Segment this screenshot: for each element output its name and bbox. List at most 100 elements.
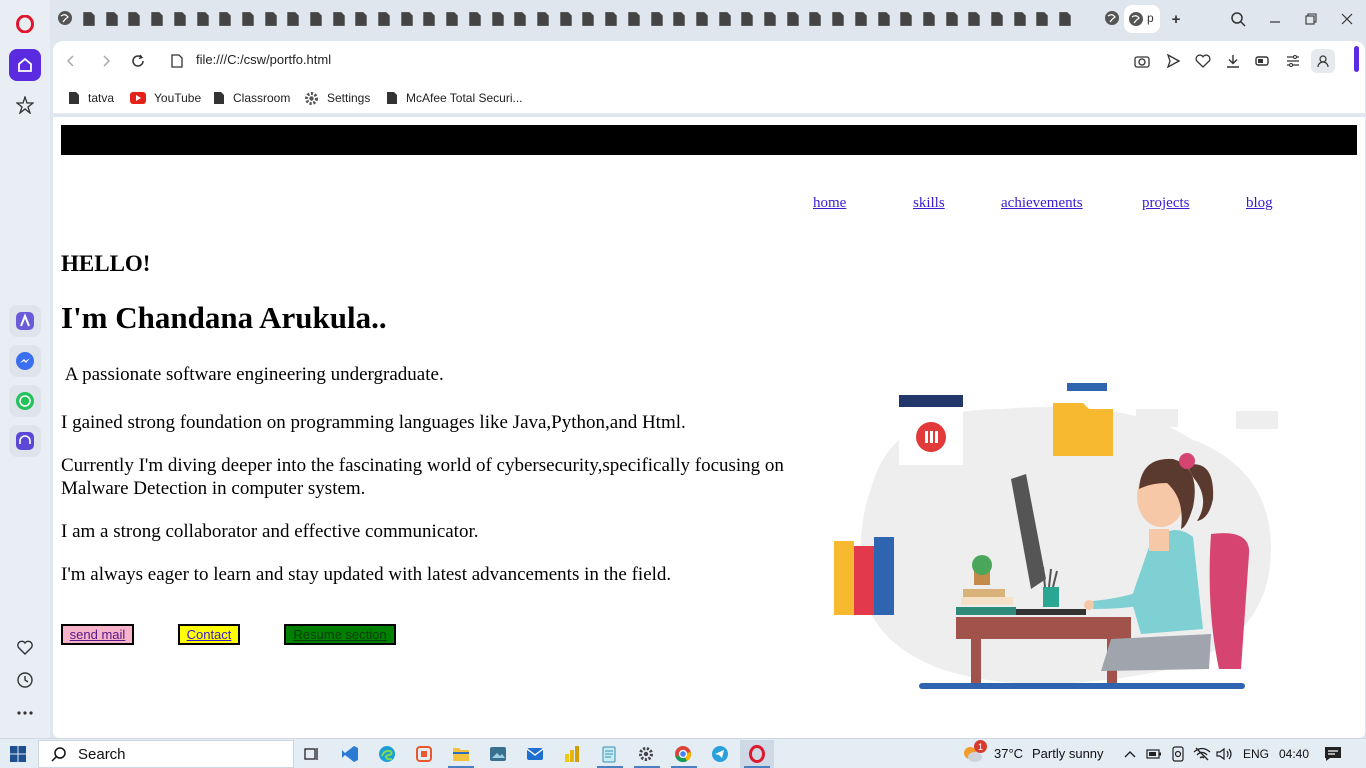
bookmark-classroom[interactable]: Classroom: [213, 89, 290, 107]
document-tab-icon[interactable]: [966, 11, 982, 27]
document-tab-icon[interactable]: [1057, 11, 1073, 27]
music-player-icon[interactable]: [9, 425, 41, 457]
network-offline-icon[interactable]: [1191, 743, 1213, 765]
more-options-icon[interactable]: [9, 697, 41, 729]
device-icon[interactable]: [1167, 743, 1189, 765]
messenger-icon[interactable]: [9, 345, 41, 377]
close-window-button[interactable]: [1336, 8, 1358, 30]
weather-condition[interactable]: Partly sunny: [1032, 746, 1104, 761]
opera-taskbar-icon[interactable]: [740, 740, 774, 768]
home-icon[interactable]: [9, 49, 41, 81]
easy-setup-icon[interactable]: [1283, 51, 1303, 71]
document-tab-icon[interactable]: [308, 11, 324, 27]
document-tab-icon[interactable]: [512, 11, 528, 27]
battery-icon[interactable]: [1143, 743, 1165, 765]
document-tab-icon[interactable]: [626, 11, 642, 27]
photos-app-icon[interactable]: [487, 743, 509, 765]
opera-logo-icon[interactable]: [9, 8, 41, 40]
resume-section-button[interactable]: Resume section: [284, 624, 396, 645]
favorite-icon[interactable]: [1193, 51, 1213, 71]
notepad-icon[interactable]: [598, 743, 620, 765]
language-indicator[interactable]: ENG: [1243, 747, 1269, 761]
nav-link-achievements[interactable]: achievements: [1001, 195, 1083, 212]
nav-link-blog[interactable]: blog: [1246, 195, 1273, 212]
back-icon[interactable]: [61, 51, 81, 71]
document-tab-icon[interactable]: [126, 11, 142, 27]
clock[interactable]: 04:40: [1279, 747, 1309, 761]
document-tab-icon[interactable]: [399, 11, 415, 27]
document-tab-icon[interactable]: [240, 11, 256, 27]
bookmark-mcafee[interactable]: McAfee Total Securi...: [386, 89, 523, 107]
chevron-up-icon[interactable]: [1119, 743, 1141, 765]
document-tab-icon[interactable]: [331, 11, 347, 27]
send-icon[interactable]: [1163, 51, 1183, 71]
globe-tab-icon[interactable]: [57, 10, 73, 26]
document-tab-icon[interactable]: [921, 11, 937, 27]
power-bi-icon[interactable]: [561, 743, 583, 765]
chrome-icon[interactable]: [672, 743, 694, 765]
document-tab-icon[interactable]: [876, 11, 892, 27]
document-tab-icon[interactable]: [263, 11, 279, 27]
document-tab-icon[interactable]: [149, 11, 165, 27]
active-tab[interactable]: p: [1124, 5, 1160, 33]
document-tab-icon[interactable]: [603, 11, 619, 27]
document-tab-icon[interactable]: [807, 11, 823, 27]
battery-saver-icon[interactable]: [1253, 51, 1273, 71]
file-explorer-icon[interactable]: [450, 743, 472, 765]
document-tab-icon[interactable]: [853, 11, 869, 27]
document-tab-icon[interactable]: [944, 11, 960, 27]
office-app-icon[interactable]: [413, 743, 435, 765]
document-tab-icon[interactable]: [898, 11, 914, 27]
bookmark-tatva[interactable]: tatva: [68, 89, 114, 107]
snapshot-icon[interactable]: [1132, 51, 1152, 71]
volume-icon[interactable]: [1214, 743, 1236, 765]
document-tab-icon[interactable]: [535, 11, 551, 27]
document-tab-icon[interactable]: [717, 11, 733, 27]
search-tabs-icon[interactable]: [1227, 8, 1249, 30]
aria-ai-icon[interactable]: [9, 305, 41, 337]
document-tab-icon[interactable]: [421, 11, 437, 27]
document-tab-icon[interactable]: [81, 11, 97, 27]
pinboard-icon[interactable]: [9, 89, 41, 121]
mail-icon[interactable]: [524, 743, 546, 765]
taskbar-search[interactable]: Search: [38, 740, 294, 768]
task-view-icon[interactable]: [301, 743, 323, 765]
document-tab-icon[interactable]: [467, 11, 483, 27]
document-tab-icon[interactable]: [580, 11, 596, 27]
weather-temperature[interactable]: 37°C: [994, 746, 1023, 761]
bookmark-settings[interactable]: Settings: [304, 89, 370, 107]
document-tab-icon[interactable]: [785, 11, 801, 27]
windows-start-icon[interactable]: [7, 743, 29, 765]
new-tab-button[interactable]: +: [1165, 8, 1187, 30]
bookmark-youtube[interactable]: YouTube: [130, 89, 201, 107]
history-icon[interactable]: [9, 664, 41, 696]
telegram-icon[interactable]: [709, 743, 731, 765]
document-tab-icon[interactable]: [671, 11, 687, 27]
document-tab-icon[interactable]: [694, 11, 710, 27]
nav-link-projects[interactable]: projects: [1142, 195, 1189, 212]
document-tab-icon[interactable]: [172, 11, 188, 27]
send-mail-button[interactable]: send mail: [61, 624, 134, 645]
document-tab-icon[interactable]: [353, 11, 369, 27]
reload-icon[interactable]: [128, 51, 148, 71]
document-tab-icon[interactable]: [1034, 11, 1050, 27]
document-tab-icon[interactable]: [490, 11, 506, 27]
vscode-icon[interactable]: [339, 743, 361, 765]
document-tab-icon[interactable]: [285, 11, 301, 27]
document-tab-icon[interactable]: [739, 11, 755, 27]
edge-icon[interactable]: [376, 743, 398, 765]
document-tab-icon[interactable]: [376, 11, 392, 27]
download-icon[interactable]: [1223, 51, 1243, 71]
settings-gear-icon[interactable]: [635, 743, 657, 765]
whatsapp-icon[interactable]: [9, 385, 41, 417]
nav-link-home[interactable]: home: [813, 195, 846, 212]
document-tab-icon[interactable]: [1012, 11, 1028, 27]
nav-link-skills[interactable]: skills: [913, 195, 945, 212]
restore-button[interactable]: [1300, 8, 1322, 30]
url-text[interactable]: file:///C:/csw/portfo.html: [196, 52, 331, 67]
document-tab-icon[interactable]: [217, 11, 233, 27]
globe-tab-icon[interactable]: [1104, 10, 1120, 26]
notification-icon[interactable]: [1322, 743, 1344, 765]
contact-button[interactable]: Contact: [178, 624, 240, 645]
document-tab-icon[interactable]: [104, 11, 120, 27]
